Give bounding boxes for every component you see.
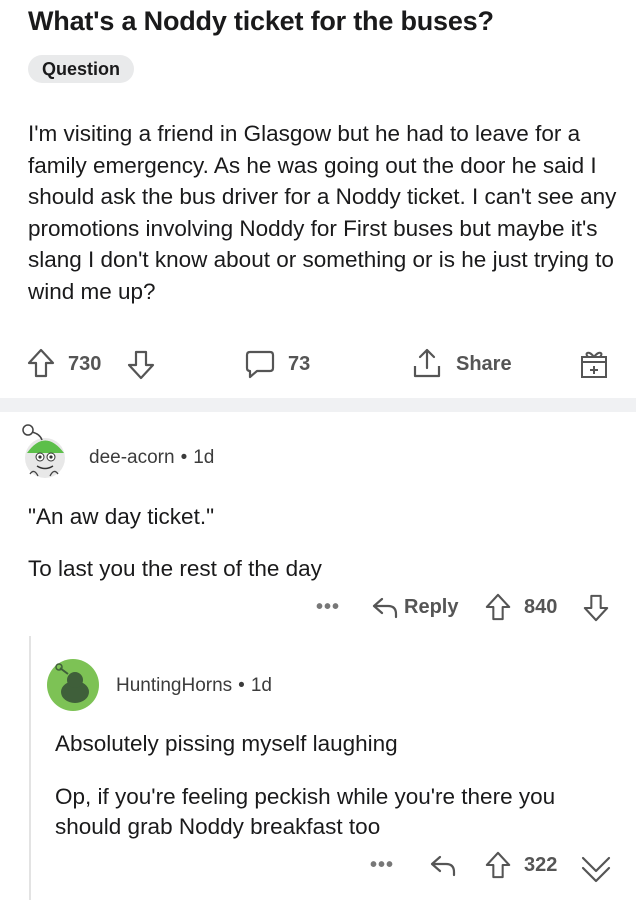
- comment-paragraph: To last you the rest of the day: [28, 556, 322, 581]
- comment-username[interactable]: HuntingHorns: [116, 675, 232, 696]
- comment-paragraph: Absolutely pissing myself laughing: [55, 731, 398, 756]
- share-icon[interactable]: [410, 346, 444, 380]
- chevron-down-icon[interactable]: [579, 850, 613, 884]
- thread-line[interactable]: [29, 636, 31, 900]
- comment-paragraph: Op, if you're feeling peckish while you'…: [55, 784, 556, 839]
- more-options-button[interactable]: •••: [316, 596, 340, 619]
- reply-arrow-icon[interactable]: [428, 852, 458, 878]
- downvote-arrow-icon[interactable]: [582, 593, 610, 623]
- section-divider: [0, 398, 636, 412]
- post-comment-count: 73: [288, 353, 311, 375]
- reply-button[interactable]: Reply: [404, 596, 458, 619]
- avatar[interactable]: [46, 658, 100, 712]
- post-title[interactable]: What's a Noddy ticket for the buses?: [28, 6, 494, 37]
- comment-meta: HuntingHorns • 1d: [116, 675, 272, 697]
- comment-vote-count: 840: [524, 596, 558, 618]
- avatar[interactable]: [20, 420, 68, 482]
- downvote-arrow-icon[interactable]: [126, 349, 156, 381]
- upvote-arrow-icon[interactable]: [484, 592, 512, 622]
- comment-meta: dee-acorn • 1d: [89, 447, 214, 469]
- award-gift-icon[interactable]: [577, 347, 611, 381]
- post-flair-badge[interactable]: Question: [28, 55, 135, 83]
- comment-username[interactable]: dee-acorn: [89, 447, 175, 468]
- reply-arrow-icon[interactable]: [370, 594, 400, 620]
- comment-age: 1d: [250, 675, 272, 696]
- comment-age: 1d: [193, 447, 215, 468]
- post-vote-count: 730: [68, 353, 102, 375]
- share-label[interactable]: Share: [456, 353, 512, 376]
- meta-separator: •: [238, 675, 245, 696]
- upvote-arrow-icon[interactable]: [484, 850, 512, 880]
- more-options-button[interactable]: •••: [370, 854, 394, 877]
- meta-separator: •: [180, 447, 188, 468]
- comment-vote-count: 322: [524, 854, 558, 876]
- comment-paragraph: "An aw day ticket.": [28, 504, 215, 529]
- upvote-arrow-icon[interactable]: [26, 347, 56, 379]
- comment-bubble-icon[interactable]: [244, 349, 276, 379]
- post-body: I'm visiting a friend in Glasgow but he …: [28, 121, 617, 304]
